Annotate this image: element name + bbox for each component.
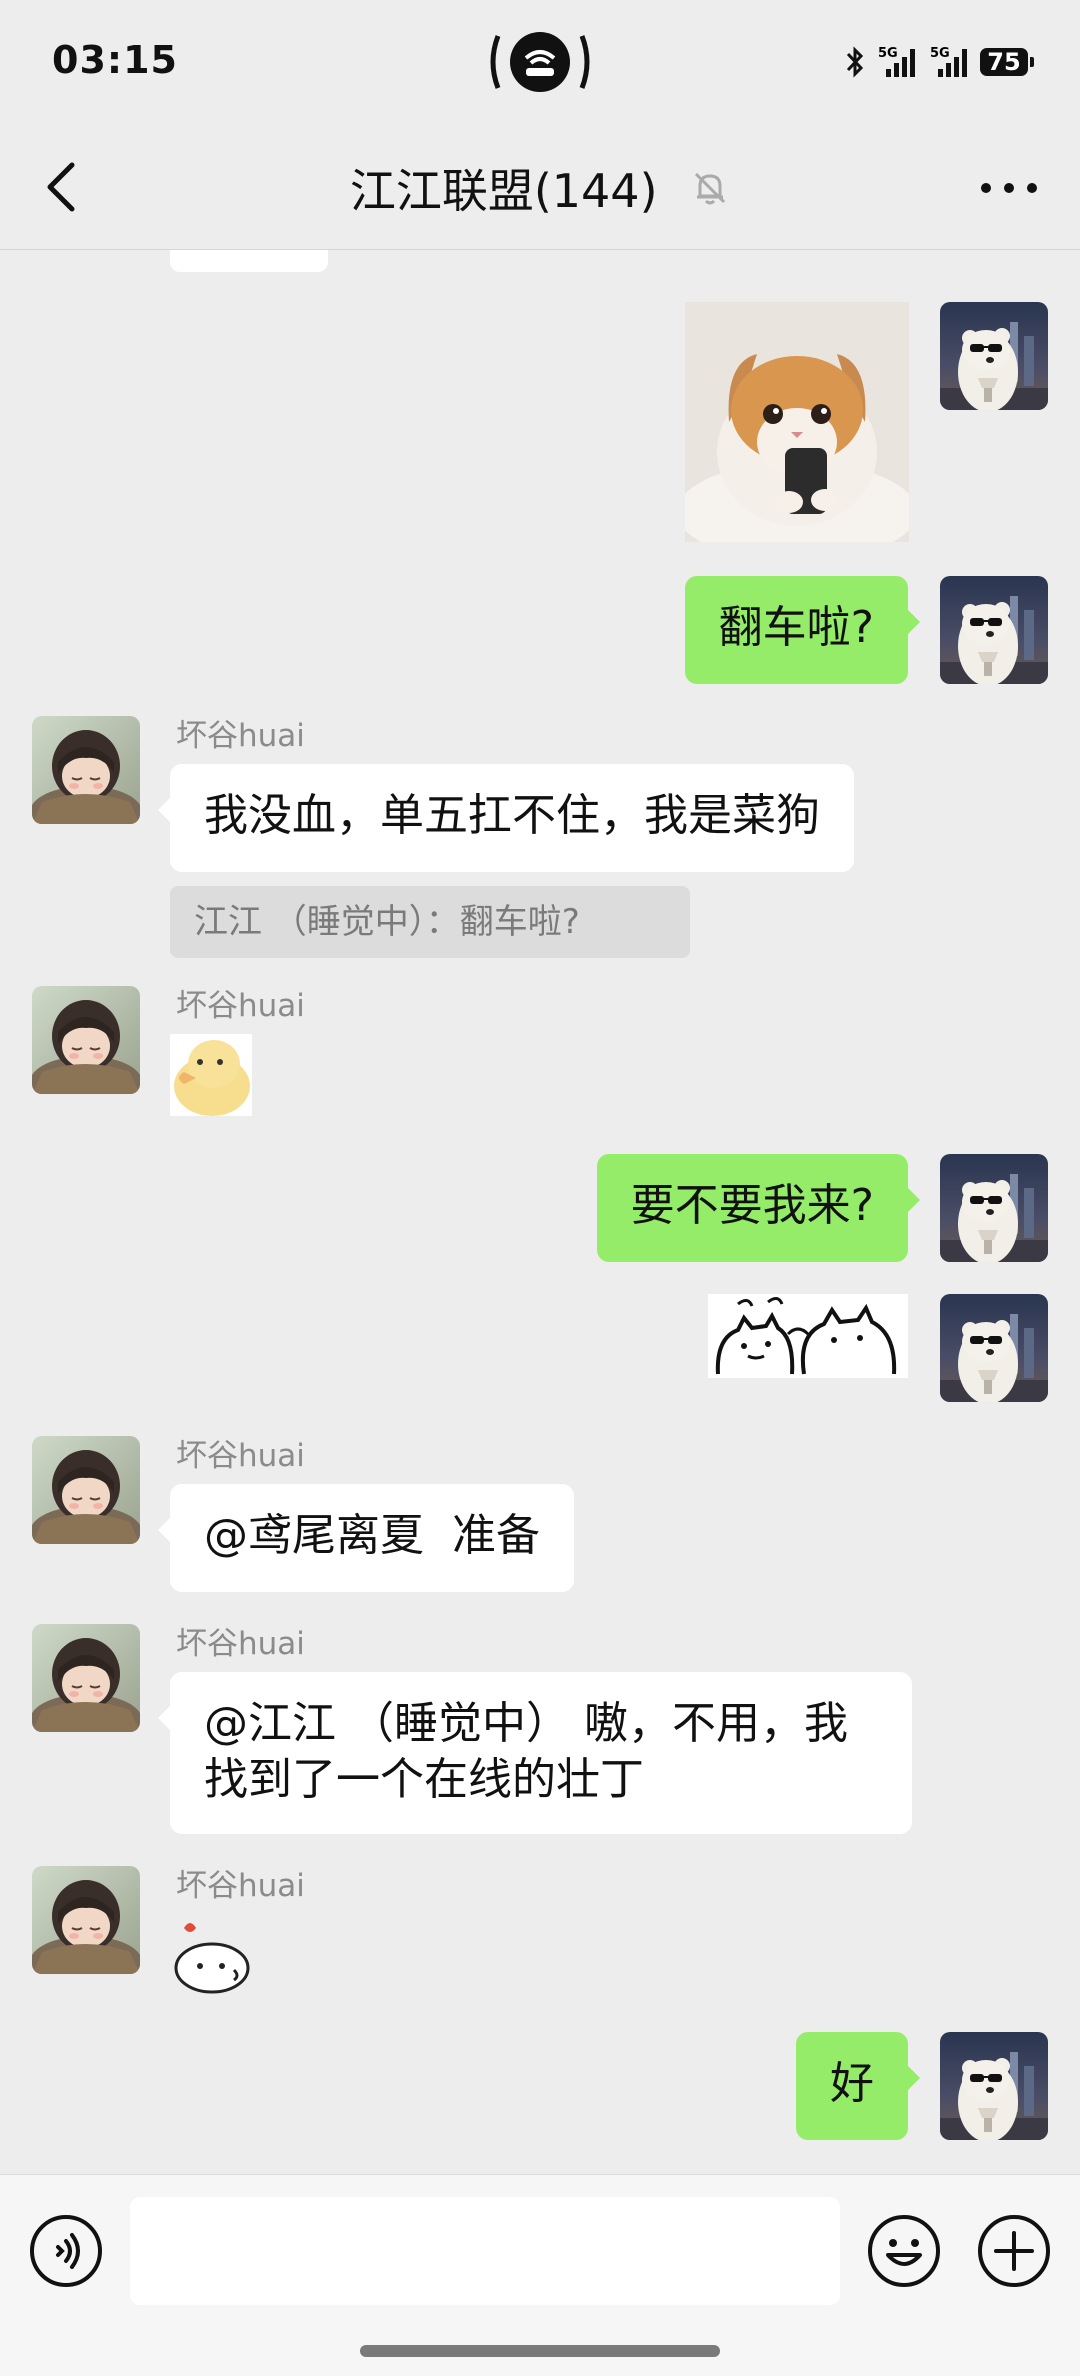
message-bubble[interactable]: @江江 （睡觉中） 嗷，不用，我 找到了一个在线的壮丁 — [158, 1672, 912, 1834]
quoted-message[interactable]: 江江 （睡觉中）：翻车啦? — [170, 886, 690, 958]
svg-text:5G: 5G — [878, 46, 898, 61]
message-other-text: 坏谷huai 我没血，单五扛不住，我是菜狗 江江 （睡觉中）：翻车啦? — [0, 716, 1080, 958]
message-own-text: 要不要我来? — [0, 1154, 1080, 1264]
sender-name: 坏谷huai — [176, 1868, 305, 1904]
message-other-text: 坏谷huai @鸢尾离夏 准备 — [0, 1436, 1080, 1596]
cat-photo-image[interactable] — [685, 302, 909, 542]
chat-title[interactable]: 江江联盟(144) — [350, 155, 658, 221]
input-bar — [0, 2174, 1080, 2376]
message-bubble[interactable]: 好 — [796, 2032, 920, 2140]
duck-sticker-image[interactable] — [170, 1034, 252, 1116]
message-own-text: 翻车啦? — [0, 576, 1080, 686]
sender-avatar[interactable] — [32, 1624, 140, 1732]
my-avatar[interactable] — [940, 2032, 1048, 2140]
battery-indicator: 75 — [980, 48, 1034, 76]
more-options-icon[interactable] — [978, 177, 1040, 199]
my-avatar[interactable] — [940, 302, 1048, 410]
message-bubble[interactable]: 我没血，单五扛不住，我是菜狗 — [158, 764, 854, 872]
status-bar: 03:15 5G 5G 75 — [0, 0, 1080, 125]
message-own-text: 好 — [0, 2032, 1080, 2142]
sender-name: 坏谷huai — [176, 1438, 305, 1474]
sender-avatar[interactable] — [32, 1866, 140, 1974]
svg-text:5G: 5G — [930, 46, 950, 61]
message-other-sticker: 坏谷huai — [0, 986, 1080, 1116]
sender-name: 坏谷huai — [176, 1626, 305, 1662]
message-other-sticker: 坏谷huai — [0, 1866, 1080, 1996]
cell-signal-icon: 5G — [878, 46, 915, 77]
message-input[interactable] — [130, 2197, 840, 2305]
signal-2: 5G — [928, 45, 970, 79]
message-line: 找到了一个在线的壮丁 — [204, 1754, 644, 1805]
dynamic-island-hotspot-icon — [490, 32, 590, 92]
blob-sticker-image[interactable] — [170, 1918, 254, 1996]
message-bubble[interactable]: 翻车啦? — [684, 576, 921, 684]
voice-input-icon[interactable] — [28, 2213, 104, 2289]
sender-name: 坏谷huai — [176, 988, 305, 1024]
my-avatar[interactable] — [940, 576, 1048, 684]
chat-messages[interactable]: 翻车啦? 坏谷huai 我没血，单五扛不住，我是菜狗 江江 （睡觉中）：翻车啦?… — [0, 250, 1080, 2174]
cats-doodle-sticker-image[interactable] — [708, 1294, 908, 1378]
message-bubble[interactable]: @鸢尾离夏 准备 — [158, 1484, 574, 1592]
sender-name: 坏谷huai — [176, 718, 305, 754]
cell-signal-icon: 5G — [930, 46, 967, 77]
chat-header: 江江联盟(144) — [0, 125, 1080, 250]
add-attachment-icon[interactable] — [976, 2213, 1052, 2289]
bluetooth-icon — [846, 46, 864, 78]
sender-avatar[interactable] — [32, 986, 140, 1094]
sender-avatar[interactable] — [32, 716, 140, 824]
status-indicators: 5G 5G 75 — [844, 44, 1034, 80]
message-other-text: 坏谷huai @江江 （睡觉中） 嗷，不用，我 找到了一个在线的壮丁 — [0, 1624, 1080, 1844]
signal-1: 5G — [876, 45, 918, 79]
emoji-icon[interactable] — [866, 2213, 942, 2289]
message-own-sticker — [0, 1294, 1080, 1404]
my-avatar[interactable] — [940, 1154, 1048, 1262]
message-partial-previous — [170, 250, 328, 272]
sender-avatar[interactable] — [32, 1436, 140, 1544]
home-indicator[interactable] — [360, 2345, 720, 2357]
message-own-image[interactable] — [0, 302, 1080, 542]
my-avatar[interactable] — [940, 1294, 1048, 1402]
muted-bell-icon — [695, 172, 726, 205]
message-bubble[interactable]: 要不要我来? — [596, 1154, 921, 1262]
status-time: 03:15 — [52, 38, 178, 82]
message-line: @江江 （睡觉中） 嗷，不用，我 — [204, 1698, 848, 1749]
